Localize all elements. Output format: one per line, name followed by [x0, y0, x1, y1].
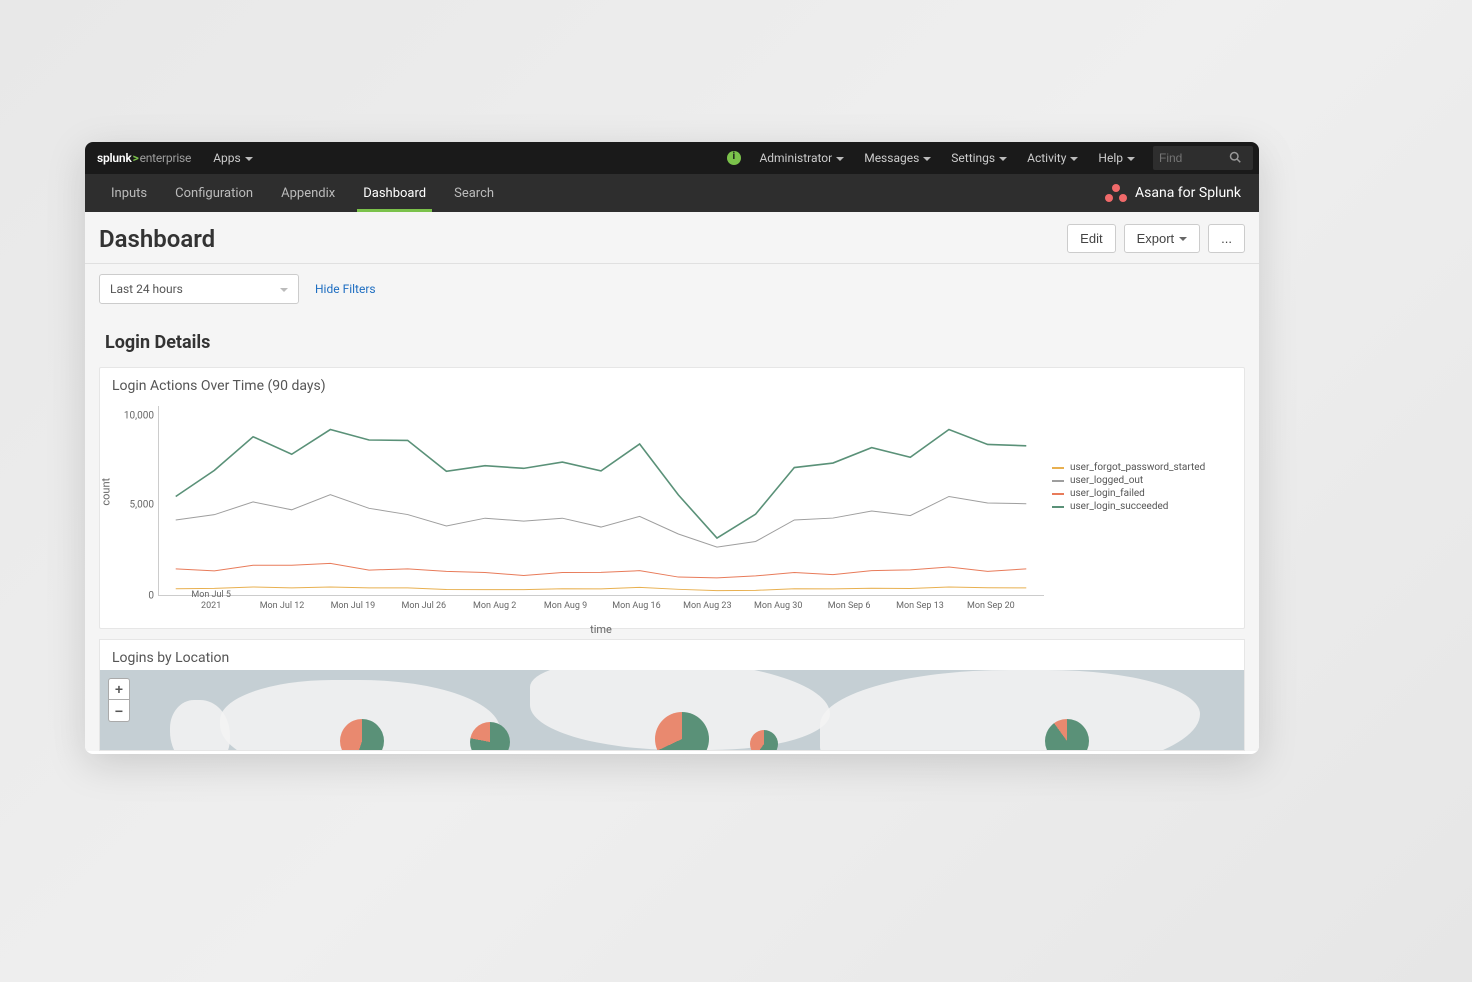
legend-item: user_login_succeeded [1052, 501, 1226, 512]
timerange-dropdown[interactable]: Last 24 hours [99, 274, 299, 304]
global-search[interactable] [1153, 146, 1253, 170]
page-header: Dashboard Edit Export ... [85, 212, 1259, 264]
legend-label: user_forgot_password_started [1070, 462, 1205, 473]
ytick-5000: 5,000 [130, 499, 158, 510]
series-line [176, 495, 1027, 547]
chevron-down-icon [245, 157, 253, 161]
zoom-in-button[interactable]: + [108, 678, 130, 700]
brand-logo: splunk>enterprise [85, 151, 203, 165]
line-chart: count 0 5,000 10,000 Mon Jul 5 2021 Mon … [100, 398, 1244, 628]
legend-swatch [1052, 467, 1064, 469]
series-line [176, 563, 1027, 577]
administrator-label: Administrator [759, 151, 832, 165]
ytick-10000: 10,000 [124, 410, 158, 421]
chart-lines [158, 406, 1044, 596]
export-button[interactable]: Export [1124, 224, 1201, 253]
chevron-down-icon [999, 157, 1007, 161]
help-menu[interactable]: Help [1088, 142, 1145, 174]
map-zoom-control: + − [108, 678, 130, 722]
legend-swatch [1052, 493, 1064, 495]
y-axis-label: count [100, 478, 113, 506]
xtick: Mon Sep 13 [896, 601, 944, 612]
map-title: Logins by Location [100, 640, 1244, 670]
asana-logo-icon [1105, 184, 1127, 202]
top-bar: splunk>enterprise Apps Administrator Mes… [85, 142, 1259, 174]
page-title: Dashboard [99, 225, 215, 253]
legend-label: user_logged_out [1070, 475, 1143, 486]
legend-swatch [1052, 480, 1064, 482]
xtick: Mon Jul 19 [331, 601, 376, 612]
map-pie[interactable] [750, 730, 778, 750]
apps-label: Apps [213, 151, 241, 165]
more-actions-button[interactable]: ... [1208, 224, 1245, 253]
legend-item: user_forgot_password_started [1052, 462, 1226, 473]
settings-menu[interactable]: Settings [941, 142, 1017, 174]
world-map[interactable]: + − [100, 670, 1244, 750]
zoom-out-button[interactable]: − [108, 700, 130, 722]
map-pie[interactable] [470, 722, 510, 750]
chart-title: Login Actions Over Time (90 days) [100, 368, 1244, 398]
chevron-down-icon [1070, 157, 1078, 161]
administrator-menu[interactable]: Administrator [749, 142, 854, 174]
tab-inputs[interactable]: Inputs [97, 174, 161, 212]
timerange-value: Last 24 hours [110, 282, 183, 296]
series-line [176, 430, 1027, 539]
chevron-down-icon [836, 157, 844, 161]
xtick: Mon Sep 6 [828, 601, 871, 612]
settings-label: Settings [951, 151, 995, 165]
series-line [176, 587, 1027, 591]
chevron-down-icon [280, 288, 288, 292]
content-section: Login Details Login Actions Over Time (9… [85, 318, 1259, 751]
info-status-icon[interactable] [727, 151, 741, 165]
legend-item: user_login_failed [1052, 488, 1226, 499]
chevron-down-icon [1179, 237, 1187, 241]
legend-label: user_login_succeeded [1070, 501, 1168, 512]
chart-panel: Login Actions Over Time (90 days) count … [99, 367, 1245, 629]
chevron-down-icon [923, 157, 931, 161]
chevron-down-icon [1127, 157, 1135, 161]
tab-configuration[interactable]: Configuration [161, 174, 267, 212]
xtick: Mon Aug 16 [612, 601, 660, 612]
legend-label: user_login_failed [1070, 488, 1145, 499]
tab-appendix[interactable]: Appendix [267, 174, 349, 212]
tab-dashboard[interactable]: Dashboard [349, 174, 440, 212]
xtick: Mon Sep 20 [967, 601, 1015, 612]
xtick: Mon Jul 12 [260, 601, 305, 612]
xtick: Mon Aug 9 [544, 601, 587, 612]
legend-item: user_logged_out [1052, 475, 1226, 486]
map-panel: Logins by Location + − [99, 639, 1245, 751]
activity-label: Activity [1027, 151, 1066, 165]
xtick: Mon Aug 30 [754, 601, 802, 612]
apps-menu[interactable]: Apps [203, 142, 263, 174]
search-input[interactable] [1159, 151, 1229, 165]
app-identity: Asana for Splunk [1105, 184, 1247, 202]
chart-legend: user_forgot_password_started user_logged… [1044, 402, 1234, 624]
app-nav: Inputs Configuration Appendix Dashboard … [85, 174, 1259, 212]
xtick: Mon Aug 2 [473, 601, 516, 612]
app-window: splunk>enterprise Apps Administrator Mes… [85, 142, 1259, 754]
section-title-login-details: Login Details [85, 318, 1259, 363]
help-label: Help [1098, 151, 1123, 165]
plot-area: 0 5,000 10,000 Mon Jul 5 2021 Mon Jul 12… [158, 402, 1044, 624]
x-axis-label: time [590, 623, 612, 636]
xtick: Mon Jul 26 [401, 601, 446, 612]
brand-suffix: enterprise [140, 151, 192, 165]
brand-prefix: splunk [97, 151, 132, 165]
messages-menu[interactable]: Messages [854, 142, 941, 174]
hide-filters-link[interactable]: Hide Filters [315, 282, 376, 296]
activity-menu[interactable]: Activity [1017, 142, 1088, 174]
brand-gt: > [132, 151, 140, 165]
filter-bar: Last 24 hours Hide Filters [85, 264, 1259, 318]
app-name-label: Asana for Splunk [1135, 185, 1241, 201]
legend-swatch [1052, 506, 1064, 508]
xtick: Mon Aug 23 [683, 601, 731, 612]
search-icon [1229, 151, 1241, 166]
ytick-0: 0 [148, 591, 158, 602]
tab-search[interactable]: Search [440, 174, 508, 212]
messages-label: Messages [864, 151, 919, 165]
edit-button[interactable]: Edit [1067, 224, 1115, 253]
